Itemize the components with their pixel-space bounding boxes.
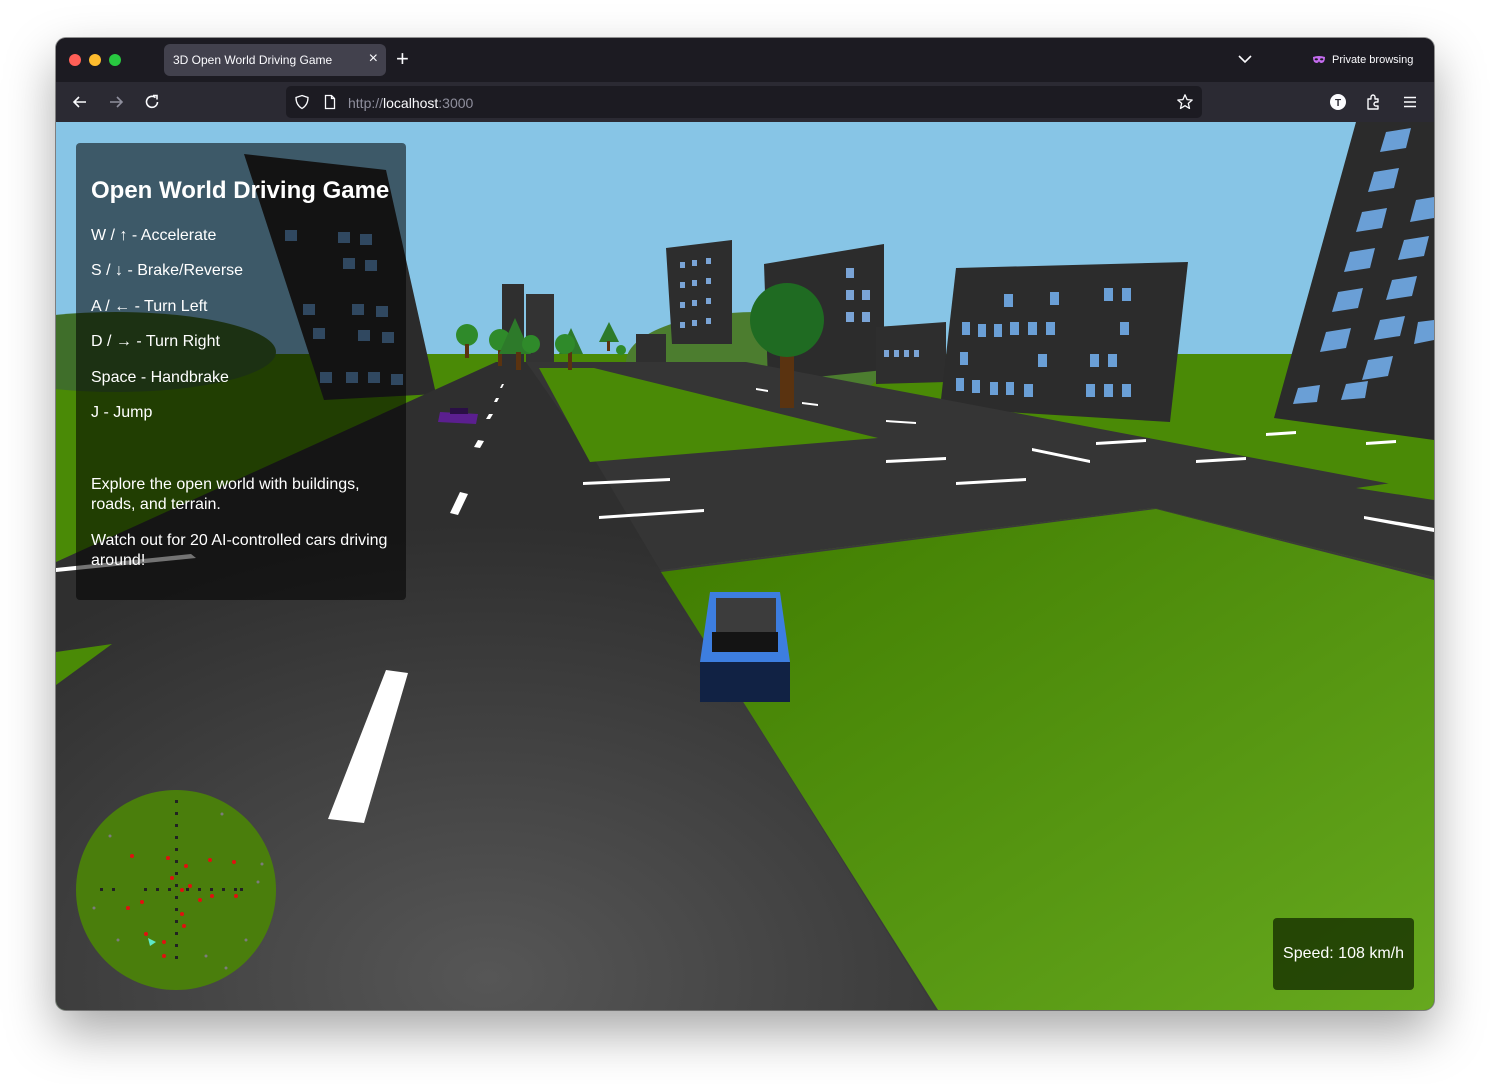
tab-active[interactable]: 3D Open World Driving Game ×: [164, 44, 386, 76]
minimap-player-marker: [148, 938, 156, 946]
tab-close-button[interactable]: ×: [369, 50, 378, 68]
shield-icon[interactable]: [294, 94, 310, 110]
tab-title: 3D Open World Driving Game: [173, 53, 333, 67]
controls-info-panel: Open World Driving Game W / ↑ - Accelera…: [76, 143, 406, 600]
speed-readout: Speed: 108 km/h: [1283, 945, 1404, 962]
control-turn-left: A / ← - Turn Left: [91, 298, 208, 315]
svg-text:T: T: [1335, 98, 1341, 109]
tab-bar: 3D Open World Driving Game × + Private b…: [56, 38, 1434, 82]
url-protocol: http://: [348, 95, 384, 111]
control-jump: J - Jump: [91, 404, 153, 421]
game-title: Open World Driving Game: [91, 177, 390, 204]
bookmark-star-icon[interactable]: [1176, 93, 1194, 111]
menu-hamburger-icon[interactable]: [1400, 92, 1420, 112]
ai-cars-note: Watch out for 20 AI-controlled cars driv…: [91, 532, 388, 569]
maximize-window-button[interactable]: [109, 54, 121, 66]
navigation-toolbar: http://localhost:3000 T: [56, 82, 1434, 122]
building: [940, 262, 1188, 422]
game-canvas[interactable]: Open World Driving Game W / ↑ - Accelera…: [56, 122, 1434, 1010]
explore-note: Explore the open world with buildings, r…: [91, 476, 360, 513]
new-tab-button[interactable]: +: [396, 48, 409, 70]
control-handbrake: Space - Handbrake: [91, 369, 229, 386]
address-bar[interactable]: http://localhost:3000: [286, 86, 1202, 118]
control-turn-right: D / → - Turn Right: [91, 333, 220, 350]
account-avatar-icon[interactable]: T: [1328, 92, 1348, 112]
control-brake-reverse: S / ↓ - Brake/Reverse: [91, 262, 244, 279]
page-icon[interactable]: [322, 94, 338, 110]
tab-list-chevron-icon[interactable]: [1237, 51, 1253, 67]
back-arrow-icon[interactable]: [70, 92, 90, 112]
minimap: [76, 790, 276, 990]
minimap-ai-cars: [126, 854, 238, 958]
minimap-graphics: [92, 800, 264, 970]
private-browsing-indicator: Private browsing: [1312, 52, 1413, 68]
player-car: [700, 592, 790, 702]
private-mask-icon: [1313, 56, 1325, 63]
extensions-puzzle-icon[interactable]: [1364, 92, 1384, 112]
control-accelerate: W / ↑ - Accelerate: [91, 227, 217, 244]
forward-arrow-icon[interactable]: [106, 92, 126, 112]
private-browsing-label: Private browsing: [1332, 54, 1414, 66]
minimize-window-button[interactable]: [89, 54, 101, 66]
url-port: :3000: [438, 95, 474, 111]
reload-icon[interactable]: [142, 92, 162, 112]
url-host: localhost: [383, 95, 439, 111]
browser-window: 3D Open World Driving Game × + Private b…: [56, 38, 1434, 1010]
close-window-button[interactable]: [69, 54, 81, 66]
speedometer: Speed: 108 km/h: [1273, 918, 1414, 990]
url-text[interactable]: http://localhost:3000: [348, 95, 473, 111]
